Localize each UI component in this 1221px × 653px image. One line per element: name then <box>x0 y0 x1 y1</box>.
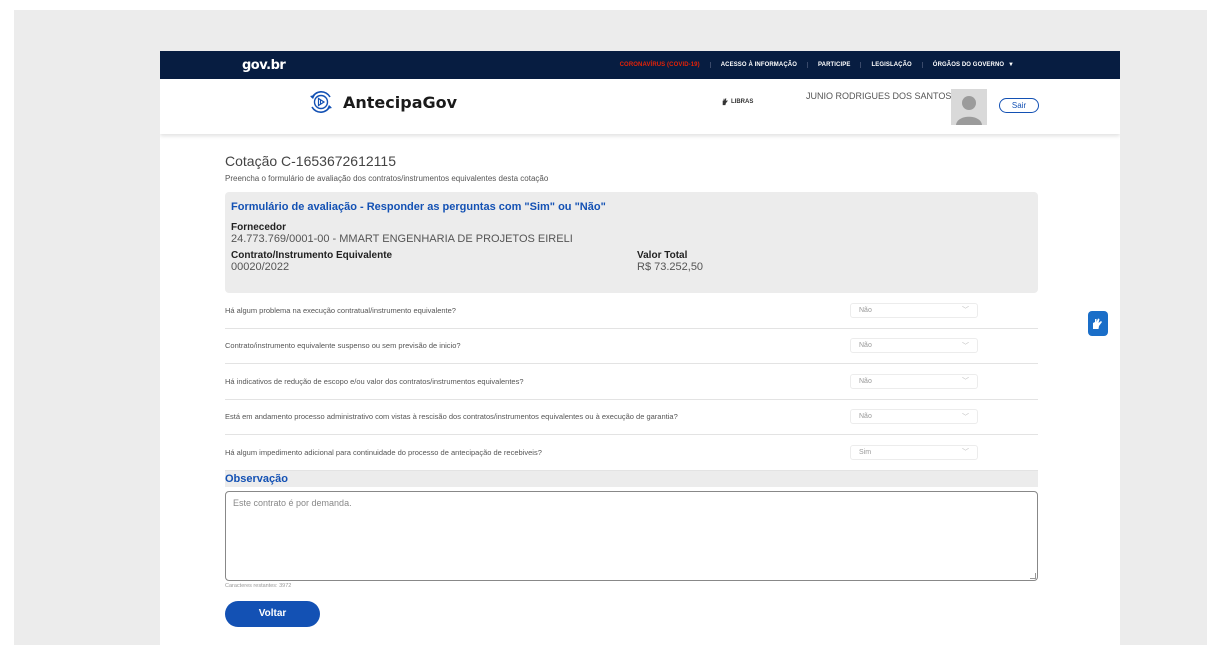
screenshot-background: gov.br CORONAVÍRUS (COVID-19) ACESSO À I… <box>14 10 1207 645</box>
question-row: Há algum impedimento adicional para cont… <box>225 435 1038 471</box>
question-list: Há algum problema na execução contratual… <box>225 293 1038 471</box>
app-header: AntecipaGov LIBRAS JUNIO RODRIGUES DOS S… <box>160 79 1120 134</box>
total-value: R$ 73.252,50 <box>637 261 704 273</box>
resize-handle-icon[interactable] <box>1030 572 1036 579</box>
answer-selected-value: Não <box>859 413 872 421</box>
gov-link-covid[interactable]: CORONAVÍRUS (COVID-19) <box>610 62 710 68</box>
chevron-down-icon: ﹀ <box>962 378 969 386</box>
chevron-down-icon: ▼ <box>1007 62 1014 68</box>
observation-text: Este contrato é por demanda. <box>233 497 352 508</box>
total-label: Valor Total <box>637 250 688 261</box>
answer-select[interactable]: Sim ﹀ <box>850 444 978 460</box>
answer-selected-value: Sim <box>859 448 872 456</box>
main-content: Cotação C-1653672612115 Preencha o formu… <box>225 153 1038 627</box>
observation-header: Observação <box>225 470 1038 487</box>
libras-button[interactable]: LIBRAS <box>720 97 753 106</box>
contract-column: Contrato/Instrumento Equivalente 00020/2… <box>231 250 637 273</box>
app-name: AntecipaGov <box>343 92 458 112</box>
question-text: Há algum impedimento adicional para cont… <box>225 447 542 457</box>
question-row: Contrato/instrumento equivalente suspens… <box>225 329 1038 364</box>
gov-top-bar: gov.br CORONAVÍRUS (COVID-19) ACESSO À I… <box>160 51 1120 79</box>
answer-select[interactable]: Não ﹀ <box>850 373 978 389</box>
govbr-logo[interactable]: gov.br <box>242 58 286 73</box>
chevron-down-icon: ﹀ <box>962 413 969 421</box>
logout-button[interactable]: Sair <box>999 98 1039 113</box>
gov-link-orgaos-label: ÓRGÃOS DO GOVERNO <box>932 62 1005 68</box>
gov-link-participe[interactable]: PARTICIPE <box>806 62 860 68</box>
gov-links: CORONAVÍRUS (COVID-19) ACESSO À INFORMAÇ… <box>610 51 1120 79</box>
question-text: Há indicativos de redução de escopo e/ou… <box>225 376 524 386</box>
vlibras-widget-button[interactable] <box>1088 311 1108 336</box>
back-button[interactable]: Voltar <box>225 600 320 627</box>
answer-select[interactable]: Não ﹀ <box>850 338 978 354</box>
contract-label: Contrato/Instrumento Equivalente <box>231 250 393 261</box>
page-subtitle: Preencha o formulário de avaliação dos c… <box>225 174 549 183</box>
characters-remaining: Caracteres restantes: 3972 <box>225 582 292 589</box>
answer-selected-value: Não <box>859 377 872 385</box>
observation-textarea[interactable]: Este contrato é por demanda. <box>225 490 1038 581</box>
contract-row: Contrato/Instrumento Equivalente 00020/2… <box>231 250 1032 273</box>
answer-select[interactable]: Não ﹀ <box>850 302 978 318</box>
gov-link-legislacao[interactable]: LEGISLAÇÃO <box>860 62 921 68</box>
total-column: Valor Total R$ 73.252,50 <box>637 250 703 273</box>
answer-selected-value: Não <box>859 342 872 350</box>
question-text: Está em andamento processo administrativ… <box>225 412 678 422</box>
question-text: Contrato/instrumento equivalente suspens… <box>225 341 461 351</box>
chevron-down-icon: ﹀ <box>962 342 969 350</box>
question-text: Há algum problema na execução contratual… <box>225 305 456 315</box>
app-logo[interactable]: AntecipaGov <box>308 89 457 115</box>
gov-link-acesso-informacao[interactable]: ACESSO À INFORMAÇÃO <box>709 62 807 68</box>
question-row: Há indicativos de redução de escopo e/ou… <box>225 364 1038 400</box>
sign-language-icon <box>1093 318 1102 329</box>
user-avatar-icon <box>951 89 987 125</box>
browser-page: gov.br CORONAVÍRUS (COVID-19) ACESSO À I… <box>160 51 1120 645</box>
answer-selected-value: Não <box>859 306 872 314</box>
gov-link-orgaos-governo[interactable]: ÓRGÃOS DO GOVERNO ▼ <box>921 62 1024 68</box>
contract-value: 00020/2022 <box>231 261 290 273</box>
question-row: Há algum problema na execução contratual… <box>225 293 1038 329</box>
form-title: Formulário de avaliação - Responder as p… <box>231 201 606 213</box>
question-row: Está em andamento processo administrativ… <box>225 400 1038 435</box>
supplier-value: 24.773.769/0001-00 - MMART ENGENHARIA DE… <box>231 233 573 245</box>
avatar[interactable] <box>951 89 987 125</box>
page-title: Cotação C-1653672612115 <box>225 153 396 169</box>
hand-icon <box>722 98 728 106</box>
supplier-label: Fornecedor <box>231 222 287 233</box>
chevron-down-icon: ﹀ <box>962 449 969 457</box>
answer-select[interactable]: Não ﹀ <box>850 409 978 425</box>
libras-label: LIBRAS <box>731 98 754 105</box>
user-name: JUNIO RODRIGUES DOS SANTOS <box>806 91 952 101</box>
antecipagov-logo-icon <box>310 91 332 113</box>
chevron-down-icon: ﹀ <box>962 307 969 315</box>
contract-summary-panel: Formulário de avaliação - Responder as p… <box>225 192 1038 293</box>
observation-label: Observação <box>225 472 288 485</box>
